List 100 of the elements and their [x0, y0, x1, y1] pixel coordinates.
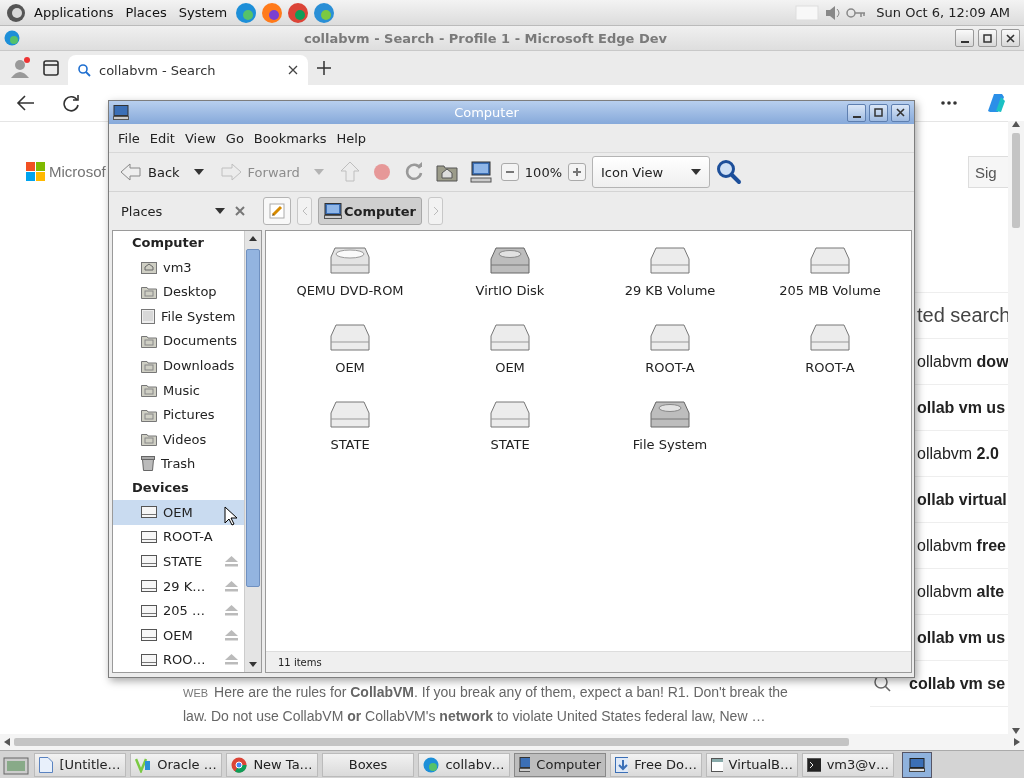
drive-item[interactable]: VirtIO Disk	[430, 245, 590, 322]
menu-item[interactable]: Edit	[144, 128, 180, 148]
menu-item[interactable]: View	[179, 128, 221, 148]
edit-location-button[interactable]	[263, 197, 291, 225]
item-label: 205 MB Volume	[779, 283, 881, 298]
scrollbar-thumb[interactable]	[1012, 133, 1020, 228]
menu-item[interactable]: Help	[331, 128, 372, 148]
sidebar-item[interactable]: Music	[113, 377, 244, 403]
speaker-icon[interactable]	[824, 3, 843, 22]
tab-actions-icon[interactable]	[42, 59, 60, 77]
back-icon[interactable]	[16, 94, 36, 112]
scroll-left-icon[interactable]	[4, 738, 10, 746]
close-icon	[896, 108, 905, 117]
sidebar-item[interactable]: ROOT-A	[113, 524, 244, 550]
sidebar-item[interactable]: Pictures	[113, 402, 244, 427]
menu-item[interactable]: Go	[220, 128, 249, 148]
sidebar-item[interactable]: Desktop	[113, 279, 244, 305]
sidebar-item[interactable]: Trash	[113, 451, 244, 477]
related-search-link[interactable]: ollab virtual	[917, 490, 1007, 509]
related-search-link[interactable]: collab vm se	[909, 674, 1006, 693]
menu-item[interactable]: Bookmarks	[248, 128, 332, 148]
taskbar-button[interactable]: Free Do…	[610, 752, 702, 777]
related-search-link[interactable]: ollabvm 2.0	[917, 444, 999, 463]
scroll-right-icon[interactable]	[1014, 738, 1020, 746]
related-search-link[interactable]: ollabvm alte	[917, 582, 1005, 601]
scrollbar-thumb[interactable]	[246, 249, 260, 587]
sidebar-item[interactable]: Videos	[113, 426, 244, 452]
view-select[interactable]: Icon View	[592, 156, 710, 188]
app-launcher-icon[interactable]	[287, 1, 310, 24]
browser-icon	[423, 756, 440, 773]
sidebar-item[interactable]: OEM	[113, 622, 244, 648]
panel-menu[interactable]: Applications	[30, 3, 118, 22]
related-search-link[interactable]: ollabvm dow	[917, 352, 1009, 371]
related-search-link[interactable]: ollabvm free	[917, 536, 1006, 555]
minimize-button[interactable]	[847, 103, 866, 122]
search-icon[interactable]	[716, 159, 742, 185]
drive-icon	[807, 322, 853, 354]
related-search-link[interactable]: ollab vm us	[917, 628, 1006, 647]
taskbar-button[interactable]: Boxes	[322, 752, 414, 777]
sidebar-item[interactable]: 205 …	[113, 598, 244, 623]
app-launcher-icon[interactable]	[313, 1, 336, 24]
taskbar-button[interactable]: New Ta…	[226, 752, 318, 777]
window-title: Computer	[453, 105, 520, 120]
workspace-switcher[interactable]	[902, 751, 932, 778]
sidebar-item[interactable]: Downloads	[113, 353, 244, 378]
sidebar-item[interactable]: ROO…	[113, 647, 244, 672]
panel-menu[interactable]: System	[174, 3, 232, 22]
taskbar-button[interactable]: [Untitle…	[34, 752, 126, 777]
sidebar-item[interactable]: 29 K…	[113, 573, 244, 599]
sidebar-item[interactable]: OEM	[113, 500, 244, 525]
drive-item[interactable]: File System	[590, 399, 750, 476]
taskbar-button[interactable]: vm3@v…	[802, 752, 894, 777]
app-launcher-icon[interactable]	[235, 1, 258, 24]
taskbar-button[interactable]: Computer	[514, 752, 606, 777]
item-label: ROOT-A	[805, 360, 855, 375]
drive-item[interactable]: STATE	[270, 399, 430, 476]
browser-tab[interactable]: collabvm - Search	[68, 55, 308, 85]
drive-item[interactable]: ROOT-A	[590, 322, 750, 399]
path-button[interactable]: Computer	[318, 197, 423, 225]
close-icon	[1006, 33, 1015, 43]
section-heading: ted search	[917, 304, 1011, 327]
zoom-in-button[interactable]	[568, 163, 586, 181]
sidebar-label: Documents	[163, 333, 238, 349]
drive-item[interactable]: ROOT-A	[750, 322, 910, 399]
sidebar-item[interactable]: File System	[113, 304, 244, 329]
new-tab-icon[interactable]	[316, 60, 332, 76]
more-icon[interactable]	[940, 100, 958, 106]
zoom-out-button[interactable]	[500, 163, 519, 181]
back-button[interactable]: Back	[117, 160, 211, 184]
close-button[interactable]	[891, 103, 910, 122]
sidebar-item[interactable]: Documents	[113, 328, 244, 354]
trash-icon	[141, 456, 155, 472]
sidebar-item[interactable]: vm3	[113, 255, 244, 280]
drive-item[interactable]: 205 MB Volume	[750, 245, 910, 322]
sidebar-label: Music	[163, 382, 200, 398]
drive-item[interactable]: 29 KB Volume	[590, 245, 750, 322]
taskbar-button[interactable]: collabv…	[418, 752, 510, 777]
related-search-link[interactable]: ollab vm us	[917, 398, 1006, 417]
maximize-button[interactable]	[869, 103, 888, 122]
minimize-button[interactable]	[955, 29, 974, 47]
drive-item[interactable]: OEM	[270, 322, 430, 399]
drive-item[interactable]: OEM	[430, 322, 590, 399]
foot-logo-icon[interactable]	[6, 2, 26, 23]
reload-icon[interactable]	[62, 94, 80, 112]
sign-in-button[interactable]: Sig	[968, 156, 1008, 188]
maximize-button[interactable]	[978, 29, 997, 47]
scrollbar-thumb[interactable]	[14, 738, 849, 746]
drive-item[interactable]: QEMU DVD-ROM	[270, 245, 430, 322]
places-select[interactable]: Places	[117, 199, 229, 223]
taskbar-button[interactable]: Oracle …	[130, 752, 222, 777]
computer-icon	[469, 161, 492, 183]
close-button[interactable]	[1001, 29, 1020, 47]
panel-menu[interactable]: Places	[121, 3, 171, 22]
drive-item[interactable]: STATE	[430, 399, 590, 476]
key-icon[interactable]	[846, 5, 867, 20]
sidebar-item[interactable]: STATE	[113, 549, 244, 574]
app-launcher-icon[interactable]	[261, 1, 284, 24]
menu-item[interactable]: File	[113, 128, 145, 148]
close-icon[interactable]	[288, 65, 298, 75]
taskbar-button[interactable]: VirtualB…	[706, 752, 798, 777]
